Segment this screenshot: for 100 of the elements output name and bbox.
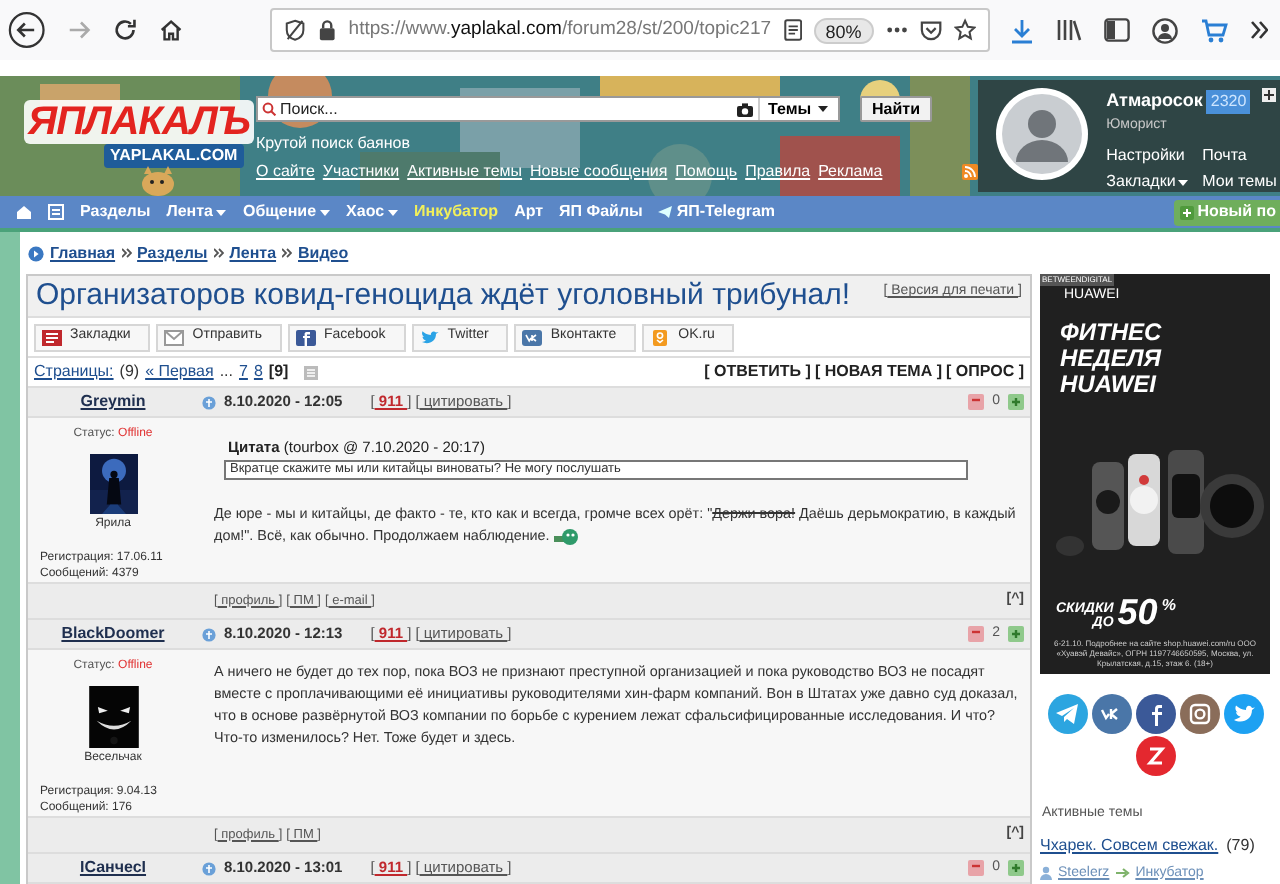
scope-dropdown[interactable]: Темы — [758, 98, 834, 120]
ad-headline: ФИТНЕС — [1060, 319, 1164, 345]
list-icon[interactable] — [48, 204, 64, 220]
ad-headline: HUAWEI — [1060, 371, 1157, 397]
telegram-icon[interactable] — [1047, 694, 1087, 734]
double-chevron-icon — [213, 248, 224, 258]
search-button[interactable]: Найти — [860, 96, 932, 122]
page-link[interactable]: 8 — [253, 360, 263, 384]
account-icon[interactable] — [1152, 17, 1178, 43]
nav-link[interactable]: ЯП Файлы — [559, 200, 643, 224]
bookmarks-icon — [42, 329, 62, 345]
ad-sale-unit: % — [1161, 594, 1176, 618]
nav-link[interactable]: Общение — [242, 200, 331, 224]
page-link[interactable]: [9] — [268, 360, 289, 384]
author-link[interactable]: BlackDoomer — [61, 622, 165, 646]
mail-icon — [164, 329, 185, 345]
header-link[interactable]: Активные темы — [407, 160, 523, 184]
user-menu-link[interactable]: Настройки — [1106, 144, 1203, 168]
topic-action-link[interactable]: [ НОВАЯ ТЕМА ] — [814, 360, 943, 384]
active-topic-link[interactable]: Чхарек. Совсем свежак. — [1040, 833, 1219, 857]
caret-icon — [216, 209, 227, 215]
site-logo[interactable]: ЯПЛАКАЛЪ — [24, 100, 254, 144]
header-link[interactable]: Правила — [745, 160, 811, 184]
home-circle-icon[interactable] — [28, 245, 44, 261]
user-menu-link[interactable]: Мои темы — [1202, 170, 1277, 194]
dog-drawing — [140, 164, 176, 196]
thumbs-down-icon[interactable] — [968, 860, 985, 876]
plus-icon[interactable] — [1262, 88, 1276, 102]
breadcrumb-link[interactable]: Разделы — [137, 241, 208, 265]
thumbs-up-icon[interactable] — [1008, 394, 1024, 410]
sidebar-icon[interactable] — [1104, 18, 1130, 42]
caret-icon — [817, 106, 828, 112]
facebook-icon — [296, 329, 317, 345]
pages-ellipsis: ... — [219, 360, 233, 384]
thumbs-up-icon[interactable] — [1008, 626, 1024, 642]
zoom-level-button[interactable]: 80% — [813, 17, 874, 43]
page-link[interactable]: 7 — [239, 360, 248, 384]
url-text: https://www.yaplakal.com/forum28/st/200/topic217 — [348, 15, 772, 44]
double-chevron-icon — [282, 248, 293, 258]
library-icon[interactable] — [1056, 18, 1082, 42]
header-link[interactable]: Новые сообщения — [530, 160, 668, 184]
topic-action-link[interactable]: [ ОТВЕТИТЬ ] — [704, 360, 811, 384]
user-menu-link[interactable]: Закладки — [1106, 170, 1203, 194]
twitter-icon — [419, 329, 440, 345]
double-chevron-icon — [121, 248, 132, 258]
vk-icon[interactable] — [1091, 694, 1131, 734]
caret-icon — [1177, 179, 1188, 185]
reader-view-icon[interactable] — [783, 18, 802, 42]
nav-link[interactable]: Разделы — [80, 200, 151, 224]
address-bar[interactable]: https://www.yaplakal.com/forum28/st/200/topic217 80% — [269, 8, 990, 52]
header-link[interactable]: О сайте — [256, 160, 315, 184]
user-menu-link[interactable]: Почта — [1202, 144, 1277, 168]
header-link[interactable]: Участники — [322, 160, 400, 184]
caret-icon — [320, 209, 331, 215]
pocket-icon[interactable] — [919, 18, 942, 42]
topic-title: Организаторов ковид-геноцида ждёт уголовный трибунал! — [36, 276, 850, 316]
arrow-right-icon — [1115, 868, 1130, 879]
thumbs-down-icon[interactable] — [968, 626, 985, 642]
search-field[interactable]: Поиск... Темы — [256, 96, 840, 122]
avatar-icon[interactable] — [994, 86, 1091, 182]
breadcrumb-link[interactable]: Видео — [298, 241, 349, 265]
cart-icon[interactable] — [1200, 17, 1228, 43]
facebook-icon[interactable] — [1135, 694, 1175, 734]
karma-badge: 2320 — [1206, 89, 1251, 114]
header-link[interactable]: Помощь — [675, 160, 738, 184]
overflow-chevron-icon[interactable] — [1250, 20, 1268, 40]
nav-link[interactable]: Арт — [514, 200, 544, 224]
bird-icon[interactable] — [1223, 694, 1263, 734]
plus-icon — [1179, 205, 1194, 219]
author-link[interactable]: Greymin — [80, 390, 146, 414]
breadcrumb-link[interactable]: Лента — [229, 241, 277, 265]
star-icon[interactable] — [953, 18, 976, 42]
ad-headline: НЕДЕЛЯ — [1060, 345, 1164, 371]
breadcrumb-link[interactable]: Главная — [50, 241, 116, 265]
back-icon[interactable] — [8, 10, 46, 50]
z-letter-icon[interactable] — [1135, 736, 1175, 776]
shield-icon[interactable] — [283, 18, 307, 42]
vk-icon — [522, 329, 543, 345]
ok-icon — [650, 329, 671, 345]
lock-icon — [318, 18, 337, 42]
reload-icon[interactable] — [111, 16, 138, 44]
ad-sale-value: 50 — [1117, 594, 1158, 630]
username-link[interactable]: Атмаросок — [1106, 88, 1203, 115]
page-link[interactable]: « Первая — [145, 360, 214, 384]
page-count: (9) — [119, 360, 140, 384]
nav-link[interactable]: ЯП-Telegram — [658, 200, 776, 224]
nav-link[interactable]: Хаос — [346, 200, 399, 224]
camera-icon[interactable] — [736, 101, 754, 117]
thumbs-up-icon[interactable] — [1008, 860, 1024, 876]
topic-action-link[interactable]: [ ОПРОС ] — [946, 360, 1024, 384]
caret-icon — [388, 209, 399, 215]
pages-label[interactable]: Страницы: — [34, 360, 114, 384]
author-link[interactable]: IСанчесI — [79, 856, 147, 880]
home-icon[interactable] — [157, 16, 184, 44]
more-icon[interactable] — [885, 26, 908, 34]
download-icon[interactable] — [1010, 17, 1034, 43]
nav-link[interactable]: Лента — [166, 200, 227, 224]
logo-subtitle: YAPLAKAL.COM — [104, 144, 244, 168]
thumbs-down-icon[interactable] — [968, 394, 985, 410]
rss-icon[interactable] — [962, 164, 979, 180]
